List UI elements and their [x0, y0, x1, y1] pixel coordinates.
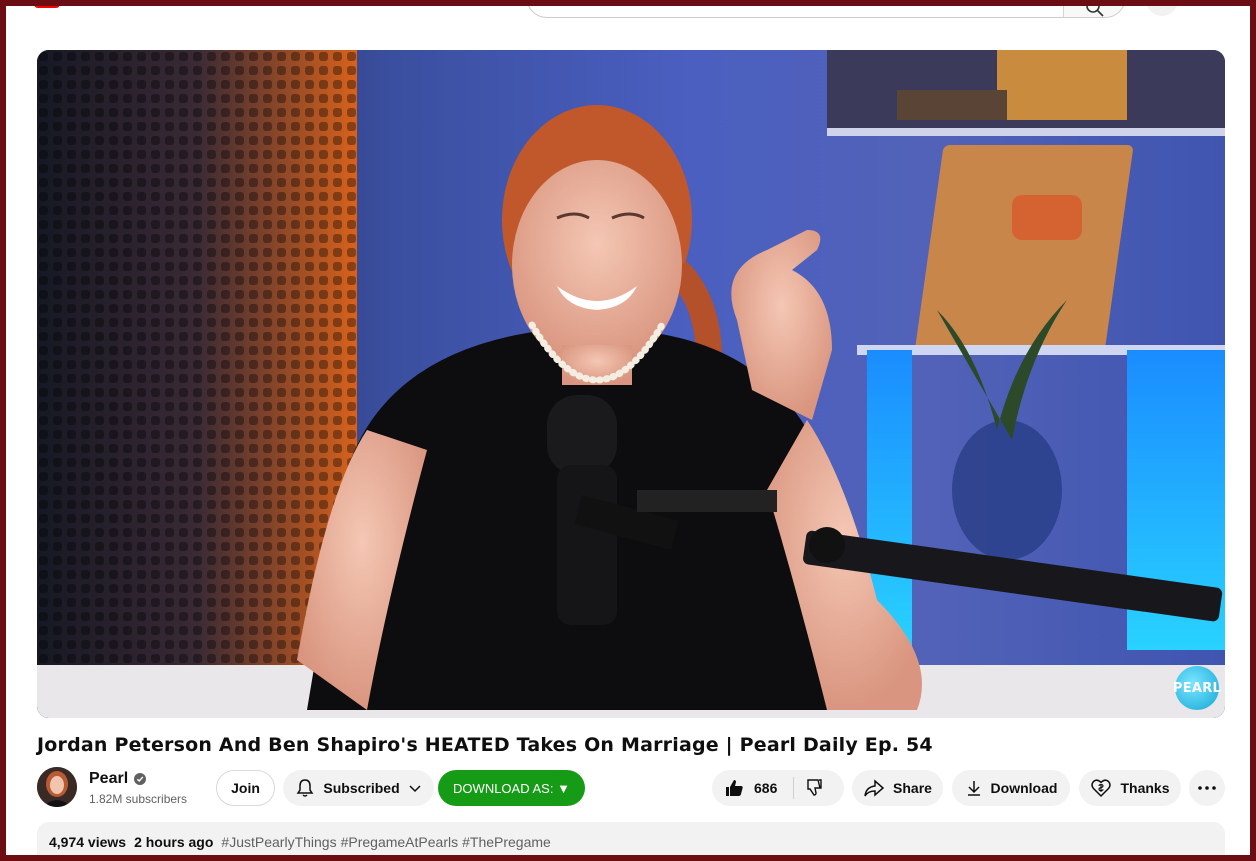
like-divider [793, 777, 795, 799]
share-button[interactable]: Share [852, 770, 943, 806]
video-title: Jordan Peterson And Ben Shapiro's HEATED… [37, 734, 933, 756]
hashtag-link[interactable]: #JustPearlyThings [221, 834, 336, 860]
search-box[interactable] [526, 0, 1126, 18]
youtube-premium-logo[interactable]: Premium [34, 0, 129, 8]
subscriber-count: 1.82M subscribers [89, 792, 188, 806]
hashtag-link[interactable]: #ThePregame [462, 834, 551, 860]
hashtag-link[interactable]: #PregameAtPearls [341, 834, 459, 860]
description-box[interactable]: 4,974 views 2 hours ago #JustPearlyThing… [37, 822, 1225, 861]
share-label: Share [893, 780, 932, 796]
download-as-button[interactable]: DOWNLOAD AS: ▼ [438, 770, 585, 806]
verified-badge-icon [134, 773, 147, 785]
channel-name[interactable]: Pearl [89, 770, 128, 788]
download-button[interactable]: Download [952, 770, 1070, 806]
video-frame-image [37, 50, 1225, 718]
channel-name-row[interactable]: Pearl [89, 770, 147, 788]
logo-text: Premium [64, 0, 129, 9]
super-thanks-heart-icon [1091, 779, 1112, 798]
bell-icon [296, 779, 314, 797]
thanks-label: Thanks [1120, 780, 1170, 796]
download-label: Download [990, 780, 1058, 796]
search-icon [1086, 0, 1104, 17]
download-as-label: DOWNLOAD AS: ▼ [453, 780, 570, 796]
dislike-icon[interactable] [804, 778, 824, 798]
share-icon [864, 779, 885, 797]
search-button[interactable] [1063, 0, 1125, 17]
channel-avatar[interactable] [37, 767, 77, 807]
like-dislike-group[interactable]: 686 [712, 770, 844, 806]
youtube-logo-icon [34, 0, 60, 8]
channel-watermark[interactable]: PEARL [1173, 666, 1221, 710]
join-button[interactable]: Join [216, 770, 275, 806]
join-label: Join [231, 780, 260, 796]
subscribed-label: Subscribed [323, 780, 400, 796]
view-count: 4,974 views [49, 834, 127, 850]
subscribed-button[interactable]: Subscribed [283, 770, 434, 806]
more-actions-button[interactable] [1189, 770, 1225, 806]
more-horizontal-icon [1198, 786, 1216, 790]
chevron-down-icon [409, 785, 421, 793]
hashtag-list: #JustPearlyThings #PregameAtPearls #TheP… [221, 834, 550, 860]
top-bar: Premium [0, 0, 1256, 22]
download-icon [967, 781, 980, 796]
video-player[interactable]: PEARL [37, 50, 1225, 718]
like-icon[interactable] [724, 778, 744, 798]
create-icon[interactable] [1146, 0, 1178, 16]
thanks-button[interactable]: Thanks [1079, 770, 1181, 806]
like-count: 686 [754, 780, 778, 796]
upload-age: 2 hours ago [134, 834, 214, 850]
